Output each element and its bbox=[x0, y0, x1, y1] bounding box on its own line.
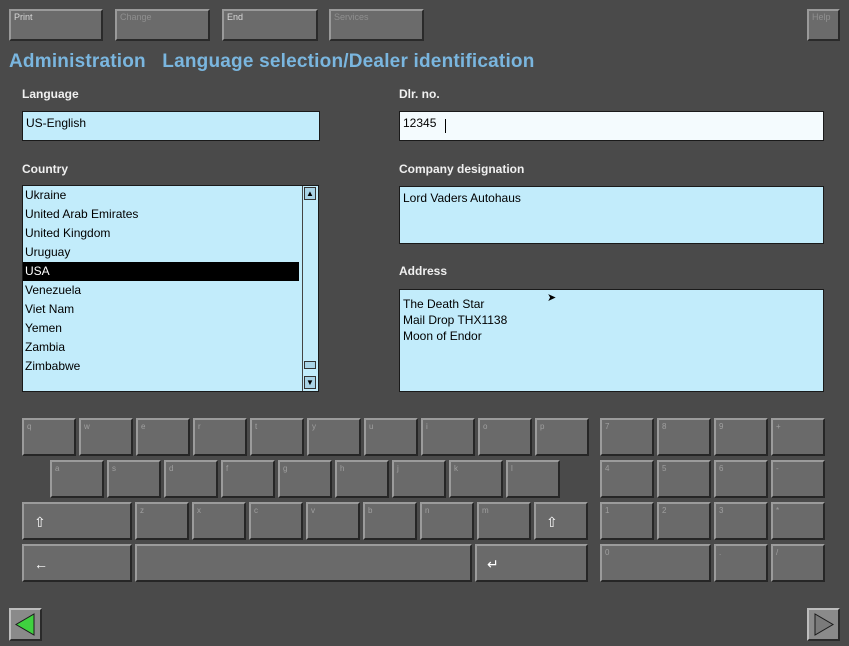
country-scrollbar[interactable]: ▲ ▼ bbox=[302, 186, 318, 391]
country-list-item[interactable]: Uruguay bbox=[23, 243, 299, 262]
mouse-pointer-icon: ➤ bbox=[547, 292, 557, 304]
print-button[interactable]: Print bbox=[9, 9, 103, 41]
key-u[interactable]: u bbox=[364, 418, 418, 456]
numpad-key-3[interactable]: 3 bbox=[714, 502, 768, 540]
numpad-key-4[interactable]: 4 bbox=[600, 460, 654, 498]
country-list-item[interactable]: Viet Nam bbox=[23, 300, 299, 319]
dealer-number-input[interactable]: 12345 bbox=[399, 111, 824, 141]
country-list-item[interactable]: Yemen bbox=[23, 319, 299, 338]
text-cursor bbox=[445, 119, 446, 133]
numpad-key-1[interactable]: 1 bbox=[600, 502, 654, 540]
key-i[interactable]: i bbox=[421, 418, 475, 456]
space-bar[interactable] bbox=[135, 544, 472, 582]
key-w[interactable]: w bbox=[79, 418, 133, 456]
key-p[interactable]: p bbox=[535, 418, 589, 456]
right-arrow-icon bbox=[814, 613, 834, 636]
numpad-key-slash[interactable]: / bbox=[771, 544, 825, 582]
dealer-number-value: 12345 bbox=[403, 116, 437, 130]
key-r[interactable]: r bbox=[193, 418, 247, 456]
key-e[interactable]: e bbox=[136, 418, 190, 456]
numpad-key-9[interactable]: 9 bbox=[714, 418, 768, 456]
company-designation-value: Lord Vaders Autohaus bbox=[403, 191, 521, 205]
backspace-arrow-icon: ← bbox=[34, 556, 48, 572]
company-designation-label: Company designation bbox=[399, 162, 525, 176]
key-j[interactable]: j bbox=[392, 460, 446, 498]
country-list-item[interactable]: Ukraine bbox=[23, 186, 299, 205]
key-t[interactable]: t bbox=[250, 418, 304, 456]
country-list-item[interactable]: United Kingdom bbox=[23, 224, 299, 243]
numpad-key-6[interactable]: 6 bbox=[714, 460, 768, 498]
back-button[interactable] bbox=[9, 608, 42, 641]
key-d[interactable]: d bbox=[164, 460, 218, 498]
dealer-number-label: Dlr. no. bbox=[399, 87, 440, 101]
backspace-key[interactable]: ← bbox=[22, 544, 132, 582]
numpad-key-2[interactable]: 2 bbox=[657, 502, 711, 540]
country-label: Country bbox=[22, 162, 68, 176]
language-label: Language bbox=[22, 87, 79, 101]
key-c[interactable]: c bbox=[249, 502, 303, 540]
key-o[interactable]: o bbox=[478, 418, 532, 456]
key-m[interactable]: m bbox=[477, 502, 531, 540]
country-listbox[interactable]: Ukraine United Arab Emirates United Kingdo… bbox=[22, 185, 319, 392]
address-line: The Death Star bbox=[403, 297, 485, 311]
page-title: Administration Language selection/Dealer… bbox=[9, 51, 535, 72]
key-a[interactable]: a bbox=[50, 460, 104, 498]
shift-left-key[interactable]: ⇧ bbox=[22, 502, 132, 540]
key-f[interactable]: f bbox=[221, 460, 275, 498]
numpad-key-8[interactable]: 8 bbox=[657, 418, 711, 456]
key-q[interactable]: q bbox=[22, 418, 76, 456]
country-list-item[interactable]: Venezuela bbox=[23, 281, 299, 300]
country-list-item[interactable]: Zambia bbox=[23, 338, 299, 357]
address-line: Mail Drop THX1138 bbox=[403, 313, 508, 327]
shift-arrow-icon: ⇧ bbox=[546, 514, 558, 530]
enter-arrow-icon: ↵ bbox=[487, 556, 499, 572]
shift-arrow-icon: ⇧ bbox=[34, 514, 46, 530]
forward-button[interactable] bbox=[807, 608, 840, 641]
key-v[interactable]: v bbox=[306, 502, 360, 540]
key-s[interactable]: s bbox=[107, 460, 161, 498]
shift-right-key[interactable]: ⇧ bbox=[534, 502, 588, 540]
numpad-key--[interactable]: - bbox=[771, 460, 825, 498]
numpad-key-7[interactable]: 7 bbox=[600, 418, 654, 456]
change-button[interactable]: Change bbox=[115, 9, 210, 41]
company-designation-input[interactable]: Lord Vaders Autohaus bbox=[399, 186, 824, 244]
key-x[interactable]: x bbox=[192, 502, 246, 540]
scroll-up-icon[interactable]: ▲ bbox=[304, 187, 316, 200]
numpad-key-+[interactable]: + bbox=[771, 418, 825, 456]
scroll-thumb[interactable] bbox=[304, 361, 316, 369]
key-z[interactable]: z bbox=[135, 502, 189, 540]
enter-key[interactable]: ↵ bbox=[475, 544, 588, 582]
key-h[interactable]: h bbox=[335, 460, 389, 498]
left-arrow-icon bbox=[15, 613, 35, 636]
numpad-key-*[interactable]: * bbox=[771, 502, 825, 540]
key-n[interactable]: n bbox=[420, 502, 474, 540]
language-field[interactable]: US-English bbox=[22, 111, 320, 141]
numpad-key-dot[interactable]: . bbox=[714, 544, 768, 582]
key-y[interactable]: y bbox=[307, 418, 361, 456]
country-list-item[interactable]: USA bbox=[23, 262, 299, 281]
key-b[interactable]: b bbox=[363, 502, 417, 540]
address-line: Moon of Endor bbox=[403, 329, 482, 343]
country-list-item[interactable]: Zimbabwe bbox=[23, 357, 299, 376]
address-label: Address bbox=[399, 264, 448, 278]
help-button[interactable]: Help bbox=[807, 9, 840, 41]
numpad-key-5[interactable]: 5 bbox=[657, 460, 711, 498]
end-button[interactable]: End bbox=[222, 9, 318, 41]
key-g[interactable]: g bbox=[278, 460, 332, 498]
scroll-down-icon[interactable]: ▼ bbox=[304, 376, 316, 389]
address-input[interactable]: The Death Star Mail Drop THX1138 Moon of… bbox=[399, 289, 824, 392]
country-list-item[interactable]: United Arab Emirates bbox=[23, 205, 299, 224]
numpad-key-0[interactable]: 0 bbox=[600, 544, 711, 582]
services-button[interactable]: Services bbox=[329, 9, 424, 41]
key-l[interactable]: l bbox=[506, 460, 560, 498]
key-k[interactable]: k bbox=[449, 460, 503, 498]
